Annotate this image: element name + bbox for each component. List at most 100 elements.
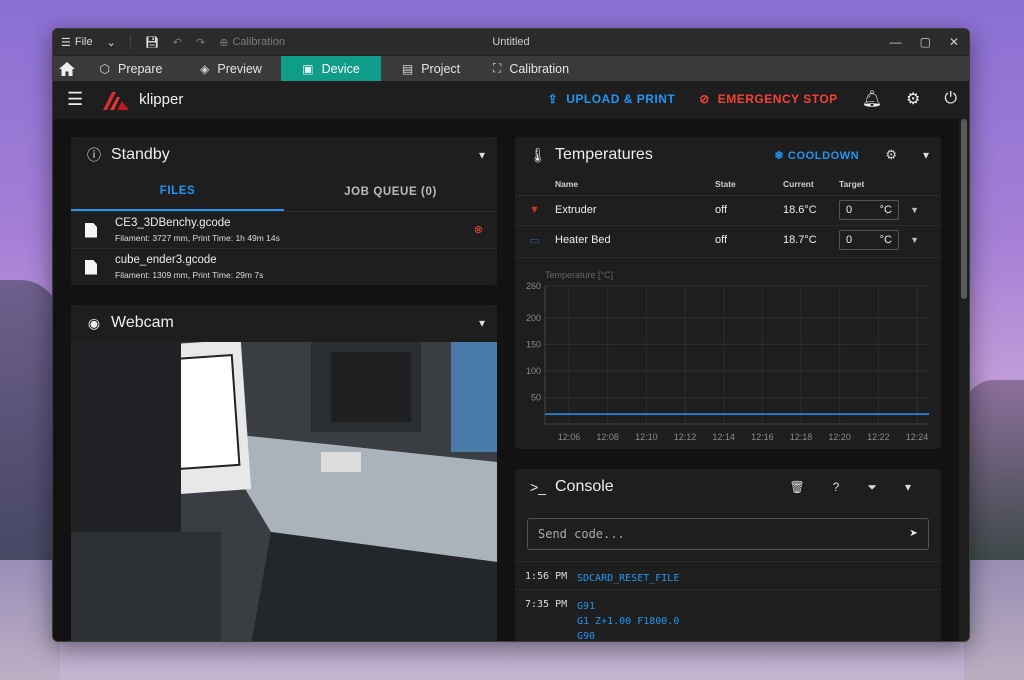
file-name: cube_ender3.gcode xyxy=(115,254,217,266)
chart-y-tick: 50 xyxy=(531,392,541,402)
gear-icon[interactable]: ⚙ xyxy=(885,147,897,163)
tab-preview[interactable]: ◈ Preview xyxy=(181,56,281,81)
cube-icon: ⬡ xyxy=(99,61,110,76)
target-temp-input[interactable]: 0 °C xyxy=(839,200,899,220)
close-icon[interactable]: ✕ xyxy=(949,35,959,49)
heater-current: 18.6°C xyxy=(783,194,839,225)
column-header: State xyxy=(715,178,736,189)
console-entry: 1:56 PM SDCARD_RESET_FILE xyxy=(525,571,931,586)
chart-x-tick: 12:10 xyxy=(635,432,658,442)
menu-icon: ☰ xyxy=(61,36,71,49)
console-card: >_ Console 🗑︎ ? ⏷ ▾ Send code... ➤ 1:56 … xyxy=(515,469,941,641)
calibration-toolbar-button[interactable]: ⊕ Calibration xyxy=(219,36,285,49)
tab-device[interactable]: ▣ Device xyxy=(281,56,381,81)
table-row: ▭ Heater Bed off 18.7°C 0 °C ▼ xyxy=(515,224,941,255)
chevron-down-icon[interactable]: ▾ xyxy=(479,148,485,162)
project-icon: ▤ xyxy=(401,61,414,76)
chart-x-tick: 12:22 xyxy=(867,432,890,442)
chevron-down-icon[interactable]: ▼ xyxy=(910,235,919,245)
chevron-down-icon[interactable]: ▾ xyxy=(923,148,929,162)
target-unit: °C xyxy=(879,234,892,247)
redo-icon[interactable]: ↷ xyxy=(196,36,205,49)
file-menu-button[interactable]: ☰ File xyxy=(61,36,93,49)
heater-name: Extruder xyxy=(555,194,715,225)
chevron-down-icon[interactable]: ▾ xyxy=(905,480,911,495)
layers-icon: ◈ xyxy=(200,61,210,76)
thermometer-icon: 🌡︎ xyxy=(529,146,547,163)
console-time: 7:35 PM xyxy=(525,599,568,610)
calibration-toolbar-label: Calibration xyxy=(232,36,286,48)
chevron-down-icon[interactable]: ▼ xyxy=(910,205,919,215)
send-icon[interactable]: ➤ xyxy=(910,526,918,542)
list-item[interactable]: cube_ender3.gcode Filament: 1309 mm, Pri… xyxy=(71,248,497,285)
extruder-icon: ▼ xyxy=(515,194,555,225)
cooldown-button[interactable]: ❄ COOLDOWN xyxy=(774,149,859,162)
console-entry: 7:35 PM G91 G1 Z+1.00 F1800.0 G90 xyxy=(525,599,931,641)
help-icon[interactable]: ? xyxy=(833,480,840,495)
scrollbar[interactable] xyxy=(961,119,967,299)
alert-circle-icon: ⊘ xyxy=(699,92,710,106)
remove-icon[interactable]: ⊗ xyxy=(474,223,483,236)
bell-icon[interactable]: 🔔︎ xyxy=(862,89,882,109)
file-icon xyxy=(85,259,97,275)
temperatures-card: 🌡︎ Temperatures ❄ COOLDOWN ⚙ ▾ Name Stat… xyxy=(515,137,941,449)
console-divider xyxy=(515,589,941,590)
chart-x-tick: 12:14 xyxy=(712,432,735,442)
maximize-icon[interactable]: ▢ xyxy=(920,35,931,49)
temperature-table: Name State Current Target ▼ Extruder off… xyxy=(515,173,941,255)
column-header: Current xyxy=(783,178,814,189)
heater-bed-icon: ▭ xyxy=(515,224,555,255)
filter-icon[interactable]: ⏷ xyxy=(867,480,877,495)
heater-state: off xyxy=(715,194,783,225)
brand-name: klipper xyxy=(139,90,184,108)
hamburger-menu-icon[interactable]: ☰ xyxy=(67,89,83,110)
minimize-icon[interactable]: — xyxy=(890,35,902,49)
target-unit: °C xyxy=(879,204,892,216)
main-tab-bar: ⬡ Prepare ◈ Preview ▣ Device ▤ Project ⛶… xyxy=(53,55,969,81)
card-title: Temperatures xyxy=(555,146,653,163)
save-icon[interactable]: 💾︎ xyxy=(145,36,159,49)
cooldown-label: COOLDOWN xyxy=(787,149,860,162)
power-icon[interactable]: ⏻ xyxy=(944,90,957,108)
calibration-tab-icon: ⛶ xyxy=(492,61,502,75)
chart-x-tick: 12:16 xyxy=(751,432,774,442)
console-command[interactable]: SDCARD_RESET_FILE xyxy=(577,571,679,586)
chart-y-tick: 260 xyxy=(526,281,541,291)
console-command[interactable]: G91 G1 Z+1.00 F1800.0 G90 xyxy=(577,599,679,641)
console-time: 1:56 PM xyxy=(525,571,568,582)
tab-calibration[interactable]: ⛶ Calibration xyxy=(481,56,581,81)
file-name: CE3_3DBenchy.gcode xyxy=(115,217,231,229)
table-row: ▼ Extruder off 18.6°C 0 °C ▼ xyxy=(515,194,941,225)
heater-state: off xyxy=(715,224,783,255)
settings-icon[interactable]: ⚙ xyxy=(906,89,920,109)
card-title: Webcam xyxy=(111,314,174,331)
emergency-stop-button[interactable]: ⊘ EMERGENCY STOP xyxy=(699,92,837,106)
snowflake-icon: ❄ xyxy=(774,149,788,162)
chevron-down-icon[interactable]: ▾ xyxy=(479,316,485,330)
chart-x-tick: 12:18 xyxy=(790,432,813,442)
undo-icon[interactable]: ↶ xyxy=(173,36,182,49)
home-icon[interactable] xyxy=(53,56,81,81)
send-code-input[interactable]: Send code... ➤ xyxy=(527,518,929,550)
target-temp-input[interactable]: 0 °C xyxy=(839,230,899,251)
webcam-card: ◉ Webcam ▾ xyxy=(71,305,497,641)
tab-job-queue[interactable]: JOB QUEUE (0) xyxy=(284,173,497,211)
heater-name: Heater Bed xyxy=(555,224,715,255)
chart-x-tick: 12:12 xyxy=(674,432,697,442)
tab-project[interactable]: ▤ Project xyxy=(381,56,481,81)
dashboard-content: ⓘ Standby ▾ FILES JOB QUEUE (0) CE3_3DBe… xyxy=(53,119,959,641)
chart-x-tick: 12:06 xyxy=(558,432,581,442)
file-meta: Filament: 3727 mm, Print Time: 1h 49m 14… xyxy=(115,233,280,243)
upload-print-button[interactable]: ⇪ UPLOAD & PRINT xyxy=(548,92,676,106)
tab-label: Project xyxy=(421,61,461,76)
trash-icon[interactable]: 🗑︎ xyxy=(789,480,804,495)
app-window: Untitled ☰ File ⌄ 💾︎ ↶ ↷ ⊕ Calibration —… xyxy=(52,28,970,642)
chart-x-tick: 12:08 xyxy=(596,432,619,442)
klipper-logo-icon xyxy=(103,92,130,110)
tab-prepare[interactable]: ⬡ Prepare xyxy=(81,56,181,81)
list-item[interactable]: CE3_3DBenchy.gcode Filament: 3727 mm, Pr… xyxy=(71,211,497,248)
tab-files[interactable]: FILES xyxy=(71,173,284,211)
column-header: Name xyxy=(555,178,579,189)
tab-label: Preview xyxy=(217,61,262,76)
chevron-down-icon[interactable]: ⌄ xyxy=(107,36,116,49)
